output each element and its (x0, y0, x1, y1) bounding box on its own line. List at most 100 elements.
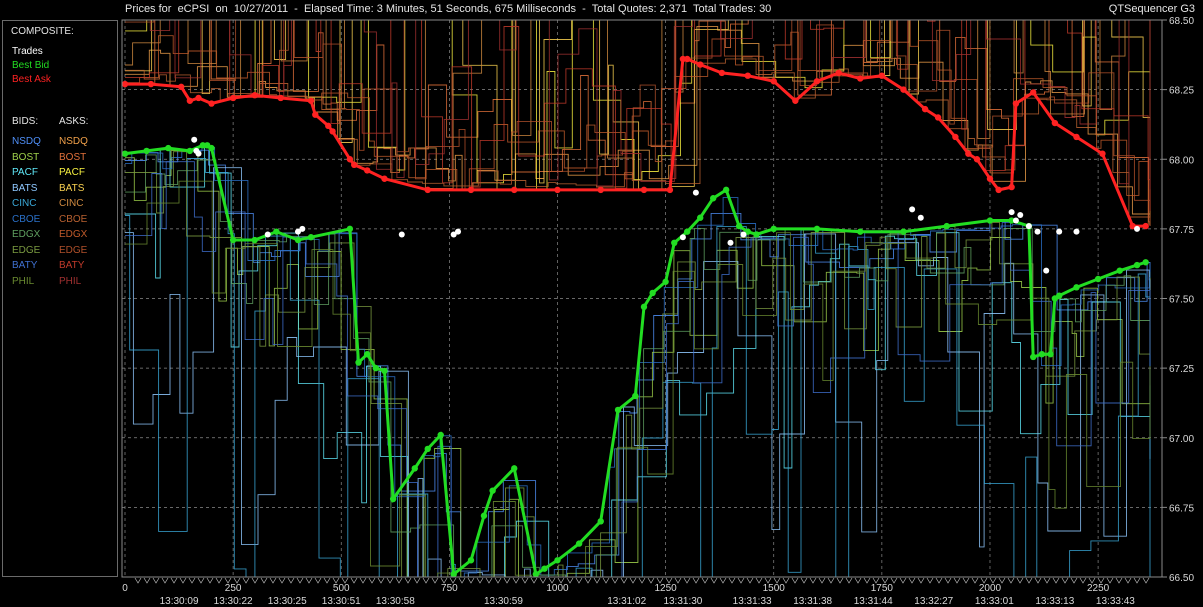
data-point (363, 351, 371, 358)
trade-marker (611, 577, 619, 584)
data-point (684, 228, 691, 235)
data-point (640, 303, 648, 311)
trade-marker (278, 577, 286, 584)
trade-marker (1007, 577, 1015, 584)
y-tick-label: 68.00 (1169, 155, 1194, 166)
data-point (511, 186, 518, 194)
trade-marker (1052, 577, 1060, 584)
time-label: 13:30:58 (376, 596, 415, 607)
data-point (900, 228, 907, 235)
trade-marker (170, 577, 178, 584)
data-point (329, 128, 336, 135)
data-point (1043, 267, 1050, 274)
data-point (1073, 284, 1080, 291)
x-tick-label: 2000 (979, 583, 1002, 594)
data-point (165, 144, 172, 152)
data-point (489, 487, 496, 494)
data-point (1008, 183, 1015, 191)
trade-marker (314, 577, 322, 584)
trade-marker (539, 577, 547, 584)
trade-marker (926, 577, 934, 584)
data-point (186, 97, 194, 104)
data-point (770, 225, 777, 233)
data-point (1030, 89, 1037, 96)
data-point (666, 186, 674, 194)
data-point (1099, 150, 1106, 157)
data-point (208, 144, 215, 152)
data-point (178, 83, 185, 91)
trade-marker (629, 577, 637, 584)
time-label: 13:31:30 (663, 596, 702, 607)
trade-marker (809, 577, 817, 584)
trade-marker (206, 577, 214, 584)
trade-marker (1043, 577, 1051, 584)
data-point (662, 278, 669, 285)
data-point (424, 186, 431, 194)
data-point (480, 512, 488, 519)
trade-marker (161, 577, 169, 584)
data-point (909, 206, 916, 213)
trade-marker (350, 577, 358, 584)
time-label: 13:31:33 (733, 596, 772, 607)
trade-marker (692, 577, 700, 584)
data-point (753, 231, 760, 238)
trade-marker (521, 577, 529, 584)
trade-marker (800, 577, 808, 584)
data-point (1134, 225, 1141, 232)
data-point (1116, 267, 1123, 274)
data-point (554, 557, 561, 564)
data-point (1142, 222, 1149, 230)
trade-marker (728, 577, 736, 584)
trade-marker (710, 577, 718, 584)
data-point (965, 150, 972, 157)
data-point (835, 69, 842, 77)
data-point (649, 289, 656, 297)
trade-marker (395, 577, 403, 584)
data-point (575, 540, 583, 547)
data-point (692, 189, 699, 196)
data-point (943, 222, 950, 230)
trade-marker (962, 577, 970, 584)
data-point (934, 114, 942, 121)
data-point (614, 406, 622, 414)
data-point (307, 234, 315, 241)
trade-marker (512, 577, 520, 584)
data-point (511, 465, 518, 472)
data-point (709, 195, 717, 202)
trade-marker (845, 577, 853, 584)
time-label: 13:31:02 (607, 596, 646, 607)
y-tick-label: 68.50 (1169, 16, 1194, 27)
trade-marker (260, 577, 268, 584)
data-point (186, 147, 194, 155)
data-point (1030, 353, 1037, 361)
price-chart: 66.50 66.75 67.00 67.25 67.50 67.75 68.00 68.25… (121, 16, 1194, 607)
data-point (541, 565, 548, 572)
trade-marker (791, 577, 799, 584)
y-tick-label: 67.00 (1169, 434, 1194, 445)
data-point (1012, 100, 1020, 107)
trade-marker (575, 577, 583, 584)
data-point (697, 61, 704, 68)
trade-marker (953, 577, 961, 584)
data-point (389, 495, 397, 503)
data-point (921, 105, 929, 113)
data-point (900, 86, 907, 93)
data-point (229, 94, 237, 102)
trade-marker (917, 577, 925, 584)
trade-marker (1025, 577, 1033, 584)
data-point (346, 156, 354, 163)
trade-marker (305, 577, 313, 584)
data-point (437, 431, 444, 439)
trade-marker (746, 577, 754, 584)
time-label: 13:32:27 (914, 596, 953, 607)
data-point (532, 571, 540, 578)
trade-marker (431, 577, 439, 584)
trade-marker (1061, 577, 1069, 584)
data-point (363, 167, 371, 174)
time-label: 13:33:43 (1096, 596, 1135, 607)
trade-marker (827, 577, 835, 584)
data-point (1012, 217, 1019, 224)
trade-marker (1133, 577, 1141, 584)
y-tick-label: 66.50 (1169, 573, 1194, 584)
trade-marker (935, 577, 943, 584)
